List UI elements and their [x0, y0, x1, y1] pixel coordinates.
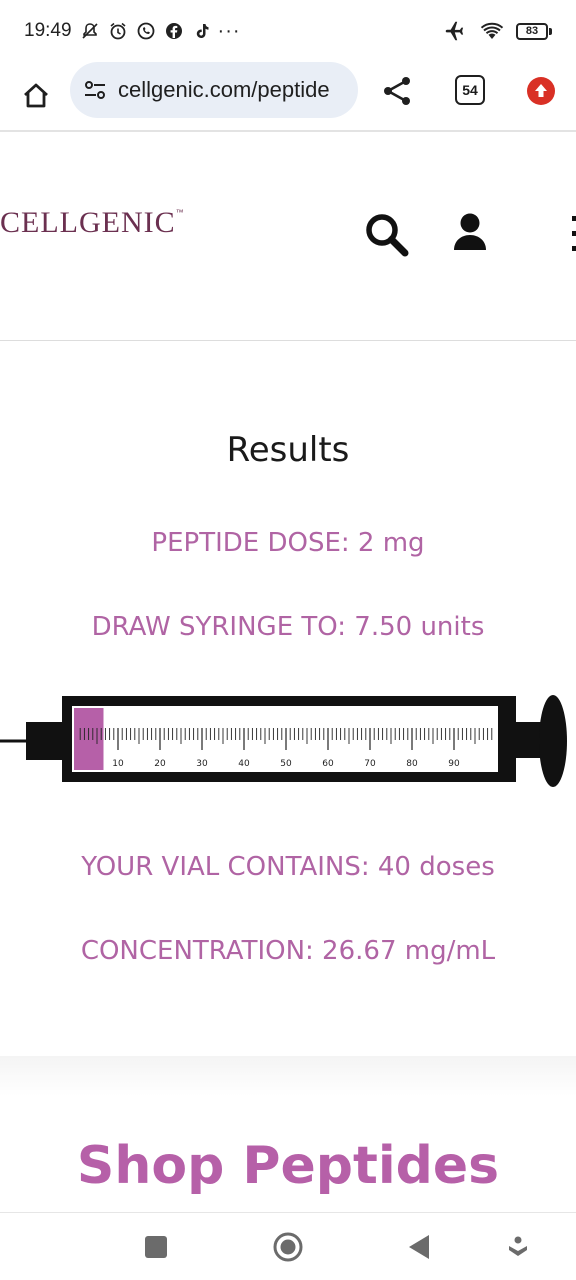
battery-tip	[549, 27, 552, 35]
facebook-icon	[165, 23, 182, 39]
syringe-scale-label: 90	[448, 759, 460, 769]
recents-icon	[145, 1236, 167, 1258]
whatsapp-icon	[137, 22, 154, 40]
battery-level: 83	[516, 22, 548, 40]
syringe-hub	[26, 722, 62, 760]
syringe-plunger-thumb	[539, 695, 567, 787]
url-text: cellgenic.com/peptide	[118, 77, 330, 102]
syringe-scale-label: 20	[154, 759, 166, 769]
tiktok-icon	[196, 24, 209, 38]
tabs-button[interactable]: 54	[455, 75, 485, 105]
results-title: Results	[226, 430, 350, 470]
browser-toolbar: cellgenic.com/peptide 54	[0, 62, 576, 132]
status-bar: 19:49 ··· 83	[0, 0, 576, 62]
home-icon	[24, 83, 48, 108]
share-icon[interactable]	[380, 74, 414, 108]
logo-trademark: ™	[175, 208, 184, 217]
assistant-button[interactable]	[502, 1231, 534, 1263]
menu-icon[interactable]	[568, 214, 576, 254]
account-icon[interactable]	[452, 212, 488, 252]
recents-button[interactable]	[140, 1231, 172, 1263]
shop-section: Shop Peptides	[0, 1056, 576, 1212]
update-button[interactable]	[527, 77, 555, 105]
more-notifications-indicator: ···	[217, 19, 241, 42]
site-header: CELLGENIC ™	[0, 134, 576, 341]
update-icon	[535, 84, 547, 97]
syringe-scale-label: 70	[364, 759, 376, 769]
syringe-scale-label: 10	[112, 759, 124, 769]
home-circle-icon	[273, 1232, 303, 1262]
battery-icon: 83	[516, 22, 552, 40]
assistant-icon	[509, 1236, 527, 1256]
syringe-scale-label: 60	[322, 759, 334, 769]
concentration-text: CONCENTRATION: 26.67 mg/mL	[80, 936, 496, 966]
syringe-scale-label: 50	[280, 759, 292, 769]
back-icon	[409, 1235, 429, 1259]
cellgenic-logo[interactable]: CELLGENIC ™	[0, 206, 184, 240]
search-icon[interactable]	[364, 212, 410, 258]
address-bar[interactable]: cellgenic.com/peptide	[70, 62, 358, 118]
notification-icons	[80, 21, 212, 41]
syringe-scale-label: 80	[406, 759, 418, 769]
vial-contains-text: YOUR VIAL CONTAINS: 40 doses	[81, 852, 495, 882]
peptide-dose-text: PEPTIDE DOSE: 2 mg	[151, 528, 425, 558]
wifi-icon	[480, 22, 504, 39]
site-settings-icon[interactable]	[82, 77, 108, 103]
airplane-icon	[445, 21, 464, 41]
back-button[interactable]	[403, 1231, 435, 1263]
home-nav-button[interactable]	[272, 1231, 304, 1263]
home-button[interactable]	[18, 78, 54, 114]
draw-syringe-text: DRAW SYRINGE TO: 7.50 units	[91, 612, 485, 642]
alarm-icon	[110, 22, 126, 40]
shop-peptides-heading[interactable]: Shop Peptides	[0, 1136, 576, 1196]
logo-text: CELLGENIC	[0, 206, 176, 239]
syringe-scale-label: 40	[238, 759, 250, 769]
mute-icon	[81, 23, 98, 39]
system-status-icons: 83	[444, 20, 552, 42]
syringe-scale-label: 30	[196, 759, 208, 769]
status-time: 19:49	[24, 20, 72, 41]
system-nav-bar	[0, 1212, 576, 1280]
syringe-diagram: 10 20 30 40 50 60 70 80 90	[0, 695, 567, 787]
